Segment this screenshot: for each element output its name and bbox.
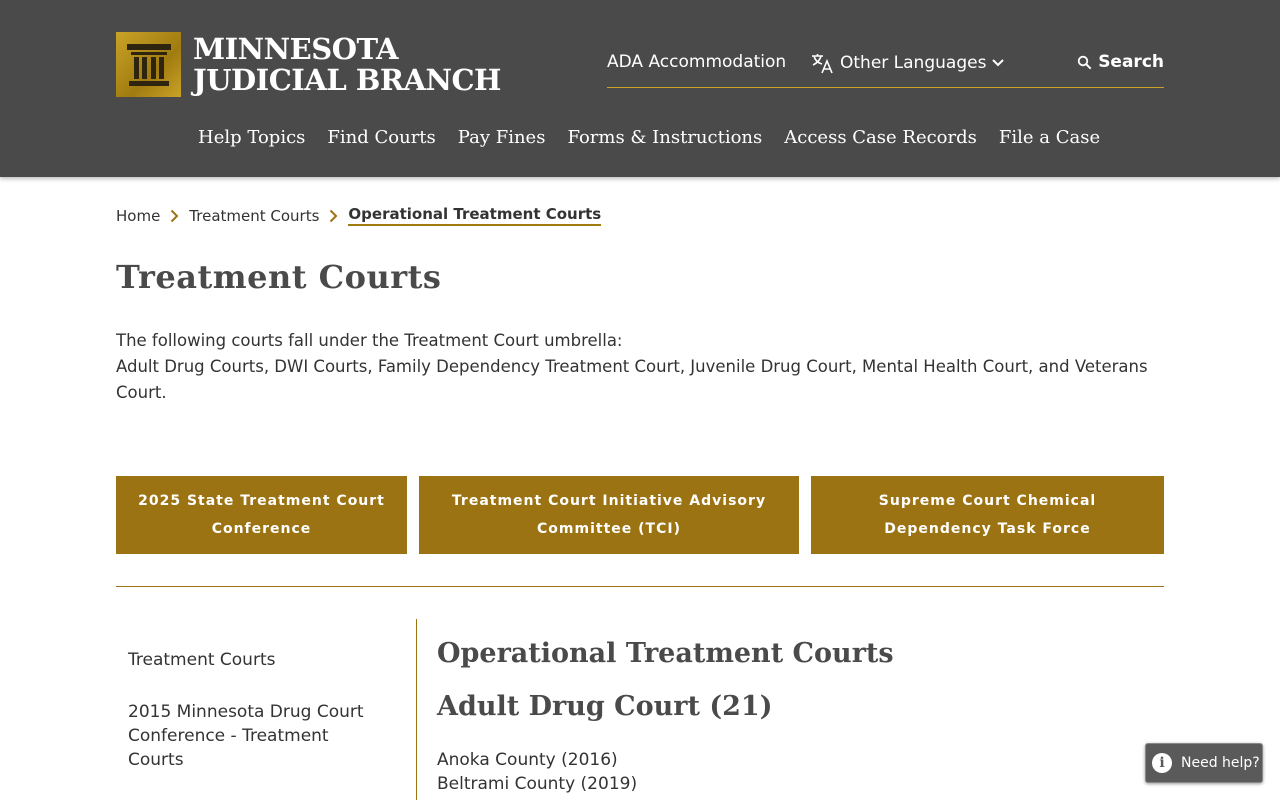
divider [116,586,1164,587]
search-label: Search [1098,52,1164,72]
sidenav-item-treatment-courts[interactable]: Treatment Courts [128,648,388,672]
site-header: MINNESOTA JUDICIAL BRANCH ADA Accommodat… [0,0,1280,177]
adult-drug-court-heading: Adult Drug Court (21) [437,691,773,722]
utility-bar: ADA Accommodation Other Languages Search [607,52,1164,88]
search-icon [1077,55,1092,69]
chevron-right-icon [170,209,179,223]
section-heading: Operational Treatment Courts [437,638,894,669]
info-icon: i [1152,753,1172,773]
nav-help-topics[interactable]: Help Topics [198,127,305,148]
list-item: Beltrami County (2019) [437,774,638,794]
page-title: Treatment Courts [116,258,442,296]
state-conference-button[interactable]: 2025 State Treatment Court Conference [116,476,407,554]
need-help-button[interactable]: i Need help? [1145,743,1263,783]
main-nav: Help Topics Find Courts Pay Fines Forms … [198,127,1122,148]
logo-line-1: MINNESOTA [193,31,398,66]
intro-line-1: The following courts fall under the Trea… [116,331,623,350]
breadcrumb: Home Treatment Courts Operational Treatm… [116,205,602,226]
main-content: Operational Treatment Courts Adult Drug … [437,638,894,796]
nav-find-courts[interactable]: Find Courts [327,127,435,148]
breadcrumb-treatment-courts[interactable]: Treatment Courts [189,207,319,225]
translate-icon [812,54,833,74]
chemical-dependency-task-force-button[interactable]: Supreme Court Chemical Dependency Task F… [811,476,1164,554]
nav-file-a-case[interactable]: File a Case [999,127,1100,148]
breadcrumb-current: Operational Treatment Courts [348,205,602,226]
site-logo[interactable]: MINNESOTA JUDICIAL BRANCH [116,32,501,97]
list-item: Anoka County (2016) [437,750,618,770]
sidenav-item-2015-conference[interactable]: 2015 Minnesota Drug Court Conference - T… [128,700,388,772]
ada-accommodation-link[interactable]: ADA Accommodation [607,52,786,72]
other-languages-label: Other Languages [840,53,987,73]
logo-line-2: JUDICIAL BRANCH [193,62,501,97]
tci-committee-button[interactable]: Treatment Court Initiative Advisory Comm… [419,476,799,554]
breadcrumb-home[interactable]: Home [116,207,160,225]
nav-forms-instructions[interactable]: Forms & Instructions [567,127,762,148]
nav-pay-fines[interactable]: Pay Fines [458,127,546,148]
chevron-down-icon [992,59,1005,67]
courthouse-pillar-icon [116,32,181,97]
chevron-right-icon [329,209,338,223]
other-languages-dropdown[interactable]: Other Languages [810,52,1010,74]
search-button[interactable]: Search [1077,52,1164,72]
intro-text: The following courts fall under the Trea… [116,328,1176,406]
logo-text: MINNESOTA JUDICIAL BRANCH [193,31,501,97]
nav-access-case-records[interactable]: Access Case Records [784,127,977,148]
sidenav-divider [416,619,417,800]
side-nav: Treatment Courts 2015 Minnesota Drug Cou… [128,648,388,800]
need-help-label: Need help? [1181,755,1260,771]
intro-line-2: Adult Drug Courts, DWI Courts, Family De… [116,357,1148,402]
